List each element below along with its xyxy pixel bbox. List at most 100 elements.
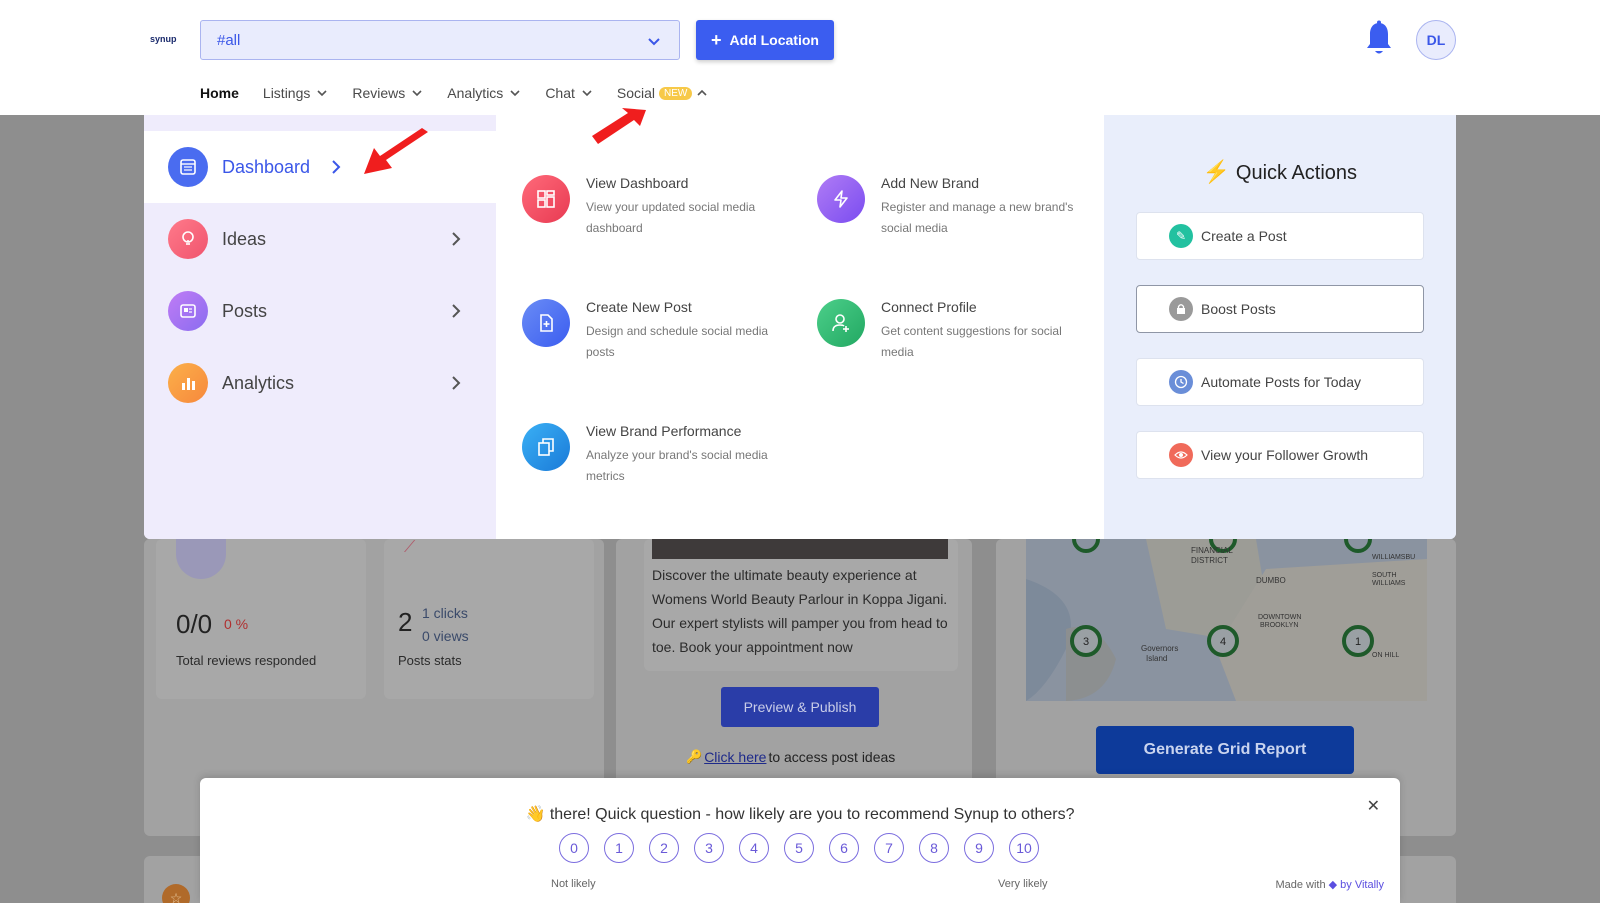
lock-icon: [1169, 297, 1193, 321]
nps-score-button[interactable]: 6: [829, 833, 859, 863]
user-avatar[interactable]: DL: [1416, 20, 1456, 60]
lightning-icon: [817, 175, 865, 223]
action-title: View Brand Performance: [586, 423, 742, 439]
social-sidebar: Dashboard Ideas Posts Analytics: [144, 115, 496, 539]
nps-score-button[interactable]: 1: [604, 833, 634, 863]
svg-text:DUMBO: DUMBO: [1256, 576, 1286, 585]
grid-icon: [522, 175, 570, 223]
nav-chat[interactable]: Chat: [545, 82, 593, 104]
bell-icon[interactable]: [1364, 20, 1394, 58]
add-user-icon: [817, 299, 865, 347]
nav-reviews-label: Reviews: [352, 85, 406, 101]
nps-score-button[interactable]: 10: [1009, 833, 1039, 863]
action-title: Create New Post: [586, 299, 692, 315]
made-with-vitally[interactable]: Made with ◆ by Vitally: [1275, 878, 1384, 891]
annotation-arrow-dashboard: [364, 128, 428, 174]
sidebar-item-label: Dashboard: [222, 156, 311, 177]
nps-score-button[interactable]: 3: [694, 833, 724, 863]
nav-social-label: Social: [616, 85, 656, 101]
new-post-icon: [522, 299, 570, 347]
nav-listings-label: Listings: [262, 85, 311, 101]
sidebar-item-ideas[interactable]: Ideas: [144, 203, 496, 275]
lightbulb-icon: [168, 219, 208, 259]
action-desc: Get content suggestions for social media: [881, 324, 1062, 359]
chevron-down-icon: [582, 90, 592, 97]
reviews-stat-percent: 0 %: [224, 616, 249, 632]
nps-score-button[interactable]: 8: [919, 833, 949, 863]
quick-action-follower-growth[interactable]: View your Follower Growth: [1136, 431, 1424, 479]
nps-score-button[interactable]: 2: [649, 833, 679, 863]
nps-score-button[interactable]: 4: [739, 833, 769, 863]
action-desc: Register and manage a new brand's social…: [881, 200, 1074, 235]
dashboard-icon: [168, 147, 208, 187]
synup-logo[interactable]: synup: [150, 34, 177, 44]
nav-listings[interactable]: Listings: [263, 82, 328, 104]
bar-chart-icon: [168, 363, 208, 403]
posts-stat-clicks: 1 clicks: [422, 605, 468, 621]
add-location-button[interactable]: + Add Location: [696, 20, 834, 60]
vitally-label: by Vitally: [1340, 879, 1384, 891]
posts-stat-views: 0 views: [422, 628, 469, 644]
chevron-down-icon: [510, 90, 520, 97]
generate-grid-report-button[interactable]: Generate Grid Report: [1096, 726, 1354, 774]
action-title: Add New Brand: [881, 175, 980, 191]
nps-survey: 👋 there! Quick question - how likely are…: [200, 778, 1400, 903]
made-with-label: Made with: [1275, 879, 1326, 891]
svg-text:FINANCIAL: FINANCIAL: [1191, 546, 1233, 555]
nps-score-button[interactable]: 5: [784, 833, 814, 863]
chevron-up-icon: [697, 89, 707, 96]
nps-question: 👋 there! Quick question - how likely are…: [525, 806, 1075, 823]
action-desc: View your updated social media dashboard: [586, 200, 756, 235]
svg-text:Governors: Governors: [1141, 644, 1178, 653]
sidebar-item-label: Ideas: [222, 228, 267, 249]
nav-analytics[interactable]: Analytics: [447, 82, 521, 104]
main-nav: Home Listings Reviews Analytics Chat Soc…: [200, 82, 732, 104]
svg-text:SOUTH: SOUTH: [1372, 572, 1397, 579]
chevron-right-icon: [452, 232, 461, 246]
location-select[interactable]: #all: [200, 20, 680, 60]
nav-home[interactable]: Home: [200, 82, 239, 104]
new-badge: NEW: [659, 86, 693, 100]
nps-score-button[interactable]: 9: [964, 833, 994, 863]
svg-text:1: 1: [1355, 636, 1361, 648]
quick-action-boost-posts[interactable]: Boost Posts: [1136, 285, 1424, 333]
post-ideas-link-row: 🔑 Click here to access post ideas: [686, 749, 895, 765]
sidebar-item-posts[interactable]: Posts: [144, 275, 496, 347]
posts-stat-card: ⟋ 2 1 clicks 0 views Posts stats: [384, 539, 594, 699]
nps-score-button[interactable]: 7: [874, 833, 904, 863]
chevron-right-icon: [332, 160, 341, 174]
nps-score-button[interactable]: 0: [559, 833, 589, 863]
lightning-icon: ⚡: [1202, 159, 1231, 184]
svg-text:DOWNTOWN: DOWNTOWN: [1258, 614, 1301, 621]
chevron-down-icon: [412, 90, 422, 97]
preview-publish-button[interactable]: Preview & Publish: [721, 687, 879, 727]
svg-text:ON HILL: ON HILL: [1372, 652, 1399, 659]
nav-reviews[interactable]: Reviews: [352, 82, 423, 104]
quick-action-create-post[interactable]: ✎ Create a Post: [1136, 212, 1424, 260]
posts-icon: [168, 291, 208, 331]
quick-action-automate-posts[interactable]: Automate Posts for Today: [1136, 358, 1424, 406]
eye-icon: [1169, 443, 1193, 467]
svg-text:BROOKLYN: BROOKLYN: [1260, 622, 1298, 629]
action-desc: Design and schedule social media posts: [586, 324, 769, 359]
nps-scale: 0 1 2 3 4 5 6 7 8 9 10: [559, 833, 1039, 863]
reviews-stat-label: Total reviews responded: [176, 653, 317, 668]
chevron-down-icon: [648, 38, 660, 46]
post-image: [652, 539, 948, 559]
quick-action-label: Create a Post: [1201, 228, 1287, 244]
sidebar-item-dashboard[interactable]: Dashboard: [144, 131, 496, 203]
create-post-icon: ✎: [1169, 224, 1193, 248]
posts-stat-value: 2: [398, 607, 413, 637]
grid-map[interactable]: 3 4 1 FINANCIAL DISTRICT DUMBO DOWNTOWN …: [1026, 539, 1427, 701]
close-icon[interactable]: ✕: [1367, 796, 1380, 816]
nav-social[interactable]: Social NEW: [617, 82, 708, 104]
chevron-down-icon: [317, 90, 327, 97]
click-here-link[interactable]: Click here: [704, 749, 766, 765]
sidebar-item-analytics[interactable]: Analytics: [144, 347, 496, 419]
action-desc: Analyze your brand's social media metric…: [586, 448, 768, 483]
post-preview-text: Discover the ultimate beauty experience …: [652, 567, 948, 655]
svg-text:WILLIAMS: WILLIAMS: [1372, 580, 1406, 587]
svg-text:Island: Island: [1146, 654, 1167, 663]
quick-action-label: View your Follower Growth: [1201, 447, 1369, 463]
nav-home-label: Home: [200, 85, 239, 101]
